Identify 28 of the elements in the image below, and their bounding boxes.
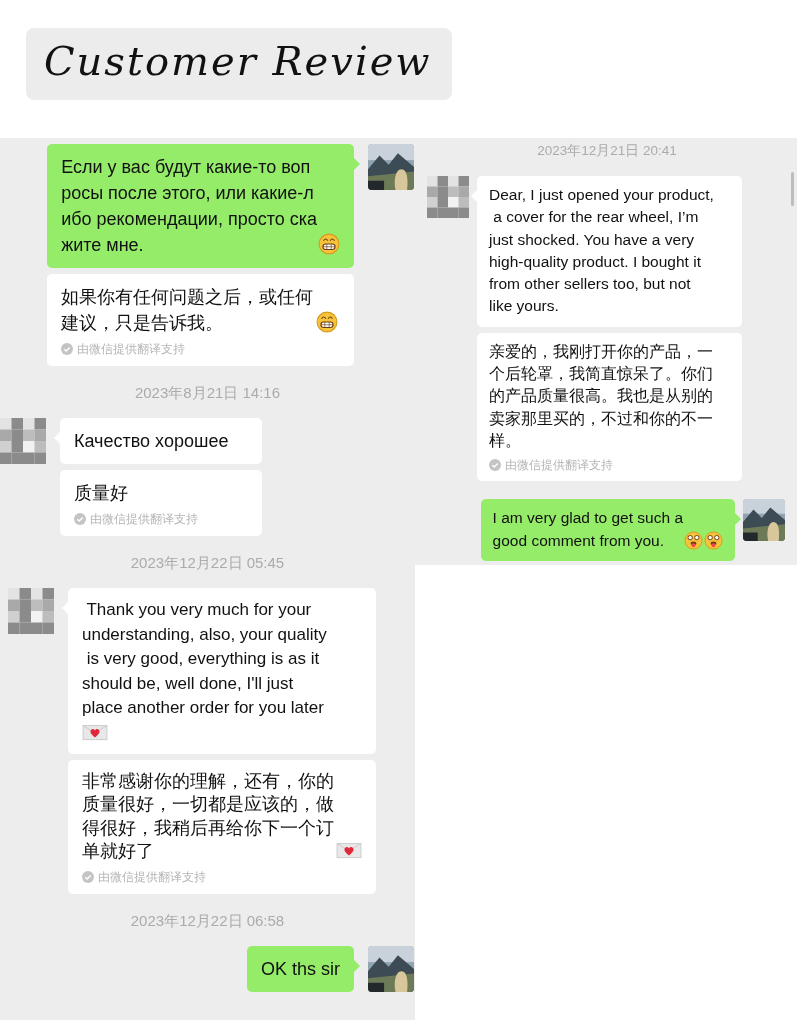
translation-note: 由微信提供翻译支持 — [98, 870, 206, 884]
tongue-emoji-icon — [684, 530, 703, 550]
timestamp: 2023年12月22日 05:45 — [130, 554, 285, 573]
check-icon — [61, 343, 74, 355]
check-icon — [74, 513, 86, 525]
message-text: Thank you very much for your understanding, also, your quality is very good, everything is as it should be, well done, I'll just place another order for you later — [82, 599, 327, 719]
timestamp: 2023年12月21日 20:41 — [537, 142, 677, 160]
check-icon — [489, 459, 501, 472]
translation-note: 由微信提供翻译支持 — [77, 342, 186, 356]
message-text: OK ths sir — [261, 958, 340, 981]
message-text: Качество хорошее — [74, 430, 229, 453]
message-text: Если у вас будут какие-то воп росы после этого, или какие-л ибо рекомендации, просто ска жите мне. — [61, 156, 317, 257]
message-text: I am very glad to get such a good comment from you. — [492, 508, 683, 551]
timestamp: 2023年12月22日 06:58 — [130, 912, 285, 931]
tongue-emoji-icon — [704, 530, 723, 550]
message-text: 质量好 — [74, 482, 128, 505]
check-icon — [82, 871, 94, 883]
translation-note: 由微信提供翻译支持 — [90, 512, 198, 526]
translation-note: 由微信提供翻译支持 — [505, 458, 613, 473]
grin-emoji-icon — [315, 311, 338, 333]
message-text: Dear, I just opened your product, a cover for the rear wheel, I’m just shocked. You have a very high-quality product. I bought it from other sellers too, but not like yours. — [489, 185, 714, 317]
timestamp: 2023年8月21日 14:16 — [134, 384, 281, 403]
page-title: Customer Review — [26, 28, 452, 100]
grin-emoji-icon — [318, 233, 340, 255]
message-text: 如果你有任何问题之后，或任何建议，只是告诉我。 — [61, 286, 315, 335]
scrollbar — [791, 172, 794, 206]
message-text: 非常感谢你的理解，还有，你的质量很好，一切都是应该的，做得很好，我稍后再给你下一个订单就好了 — [82, 769, 335, 863]
message-text: 亲爱的，我刚打开你的产品，一个后轮罩，我简直惊呆了。你们的产品质量很高。我也是从别的卖家那里买的，不过和你的不一样。 — [489, 341, 714, 451]
